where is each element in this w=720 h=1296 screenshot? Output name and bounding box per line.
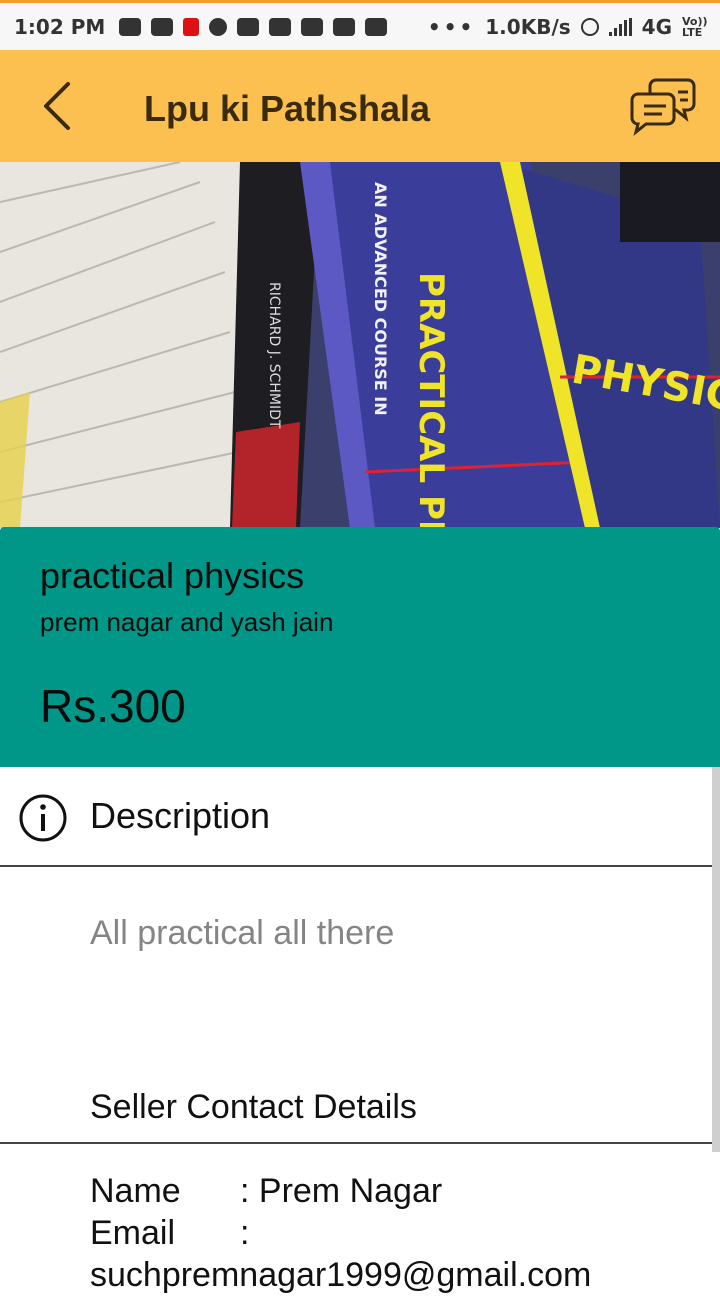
- description-text: All practical all there: [90, 914, 395, 952]
- seller-name-key: Name: [90, 1172, 181, 1210]
- app-bar: Lpu ki Pathshala: [0, 50, 720, 162]
- seller-name-row: Name : Prem Nagar: [90, 1170, 591, 1212]
- volte-badge: Vo)) LTE: [682, 14, 708, 39]
- cover-text: RICHARD J. SCHMIDT: [266, 282, 282, 429]
- app-icon: [209, 17, 228, 36]
- seller-name-value: : Prem Nagar: [240, 1172, 443, 1210]
- more-notifications-icon: •••: [427, 14, 476, 39]
- cover-text: AN ADVANCED COURSE IN: [371, 182, 390, 416]
- chat-icon[interactable]: [630, 76, 696, 136]
- youtube-icon: [151, 17, 174, 36]
- signal-icon: [608, 17, 632, 36]
- status-bar: 1:02 PM ••• 1.0KB/s 4G Vo)) LTE: [0, 0, 720, 50]
- page-title: Lpu ki Pathshala: [144, 88, 431, 129]
- status-time: 1:02 PM: [14, 14, 106, 39]
- description-header: Description: [0, 767, 720, 867]
- mute-icon: [580, 17, 599, 36]
- seller-contact: Name : Prem Nagar Email : suchpremnagar1…: [90, 1170, 591, 1296]
- calendar-icon: [269, 17, 292, 36]
- product-image[interactable]: RICHARD J. SCHMIDT AN ADVANCED COURSE IN…: [0, 162, 720, 528]
- cover-title: PRACTICAL PHYSICS: [411, 272, 451, 528]
- product-name: practical physics: [40, 555, 305, 596]
- app-icon: [333, 17, 356, 36]
- description-label: Description: [90, 795, 271, 836]
- network-type: 4G: [641, 14, 672, 39]
- seller-email-address[interactable]: suchpremnagar1999@gmail.com: [90, 1254, 591, 1296]
- product-info-card: practical physics prem nagar and yash ja…: [0, 527, 720, 767]
- product-price: Rs.300: [40, 680, 186, 732]
- play-store-icon: [365, 17, 388, 36]
- notification-icons: [119, 17, 388, 36]
- network-speed: 1.0KB/s: [485, 14, 571, 39]
- seller-section-header: Seller Contact Details: [0, 1084, 720, 1144]
- back-arrow-icon[interactable]: [38, 80, 78, 132]
- seller-email-row: Email :: [90, 1212, 591, 1254]
- missed-call-icon: [183, 17, 200, 36]
- message-icon: [237, 17, 260, 36]
- scrollbar[interactable]: [712, 767, 720, 1152]
- product-author: prem nagar and yash jain: [40, 607, 334, 637]
- youtube-icon: [301, 17, 324, 36]
- youtube-icon: [119, 17, 142, 36]
- info-icon: [19, 794, 67, 842]
- seller-email-key: Email: [90, 1214, 176, 1252]
- seller-email-separator: :: [240, 1214, 250, 1252]
- seller-heading: Seller Contact Details: [90, 1088, 417, 1126]
